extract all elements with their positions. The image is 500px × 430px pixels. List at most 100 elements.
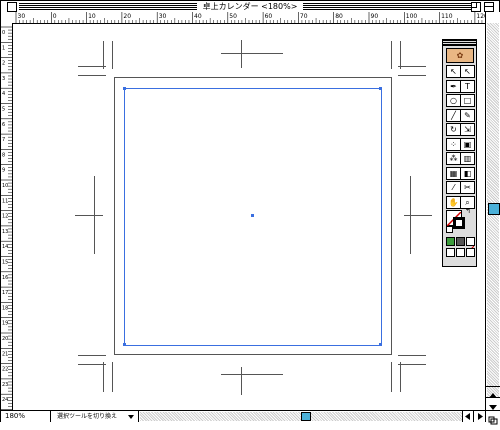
center-point[interactable] bbox=[251, 214, 254, 217]
eyedropper-tool[interactable]: ⁄ bbox=[446, 181, 461, 194]
ruler-label: 8 bbox=[2, 152, 5, 158]
zoom-level-field[interactable]: 180% bbox=[1, 411, 51, 422]
crop-mark bbox=[221, 53, 283, 54]
free-transform-tool[interactable]: ▣ bbox=[460, 137, 475, 151]
anchor-point[interactable] bbox=[379, 343, 382, 346]
ruler-label: 90 bbox=[371, 13, 379, 20]
right-arrow-icon bbox=[478, 413, 483, 420]
tool-palette[interactable]: ✿ ↰ ↖ ↖ ✒ T ○ □ ╱ ✎ ↻ ⇲ ⁘ ▣ ⁂ ▥ ▦ ◧ ⁄ ✂ ✋ ⌕ bbox=[442, 39, 477, 267]
window-title: 卓上カレンダー <180%> bbox=[196, 2, 304, 11]
ruler-label: 14 bbox=[2, 244, 8, 250]
horizontal-scroll-thumb[interactable] bbox=[301, 412, 311, 421]
crop-mark bbox=[75, 215, 103, 216]
gradient-tool[interactable]: ◧ bbox=[460, 166, 475, 180]
corner-mark bbox=[398, 75, 426, 76]
hand-tool[interactable]: ✋ bbox=[446, 195, 461, 209]
anchor-point[interactable] bbox=[379, 87, 382, 90]
graph-tool[interactable]: ▥ bbox=[460, 152, 475, 165]
ruler-label: 20 bbox=[123, 13, 131, 20]
rectangle-tool[interactable]: □ bbox=[460, 94, 475, 107]
ruler-label: 13 bbox=[2, 229, 8, 235]
collapse-box[interactable] bbox=[484, 2, 494, 12]
corner-mark bbox=[391, 41, 392, 69]
corner-mark bbox=[398, 355, 426, 356]
ruler-label: 20 bbox=[2, 336, 8, 342]
corner-mark bbox=[398, 364, 426, 365]
scale-tool[interactable]: ⇲ bbox=[460, 123, 475, 136]
pen-tool[interactable]: ✒ bbox=[446, 79, 461, 93]
direct-selection-tool[interactable]: ↖ bbox=[460, 65, 475, 78]
illustrator-logo[interactable]: ✿ bbox=[446, 48, 474, 63]
dropdown-arrow-icon bbox=[128, 415, 134, 419]
status-bar: 180% 選択ツールを切り換え bbox=[1, 410, 485, 422]
artboard-canvas[interactable] bbox=[13, 24, 485, 410]
crop-mark bbox=[241, 40, 242, 68]
corner-mark bbox=[112, 41, 113, 69]
ruler-label: 0 bbox=[2, 30, 5, 36]
ruler-label: 22 bbox=[2, 367, 8, 373]
scroll-down-button[interactable] bbox=[486, 397, 500, 410]
mesh-tool[interactable]: ▦ bbox=[446, 166, 461, 180]
ruler-label: 19 bbox=[2, 321, 8, 327]
tool-palette-titlebar[interactable] bbox=[443, 40, 476, 46]
ellipse-tool[interactable]: ○ bbox=[446, 94, 461, 107]
scroll-right-button[interactable] bbox=[473, 411, 485, 422]
anchor-point[interactable] bbox=[123, 343, 126, 346]
rotate-tool[interactable]: ↻ bbox=[446, 123, 461, 136]
resize-grip-icon bbox=[488, 416, 498, 425]
corner-mark bbox=[398, 66, 426, 67]
brush-tool[interactable]: ╱ bbox=[446, 108, 461, 122]
ruler-label: 17 bbox=[2, 290, 8, 296]
zoom-tool[interactable]: ⌕ bbox=[460, 195, 475, 209]
gradient-button[interactable] bbox=[456, 237, 465, 246]
ruler-label: 5 bbox=[2, 107, 5, 113]
selection-tool[interactable]: ↖ bbox=[446, 65, 461, 78]
ruler-label: 21 bbox=[2, 351, 8, 357]
selected-rectangle[interactable] bbox=[124, 88, 382, 346]
anchor-point[interactable] bbox=[123, 87, 126, 90]
ruler-label: 120 bbox=[476, 13, 485, 20]
standard-screen-mode-button[interactable] bbox=[446, 248, 455, 257]
crop-mark bbox=[241, 367, 242, 395]
ruler-label: 7 bbox=[2, 137, 5, 143]
vertical-ruler-ticks: 0123456789101112131415161718192021222324… bbox=[1, 26, 12, 410]
corner-mark bbox=[78, 75, 106, 76]
document-window: 卓上カレンダー <180%> 30 0 10 20 30 40 50 60 70 80 90 100 1… bbox=[0, 0, 500, 425]
zoom-box[interactable] bbox=[471, 2, 481, 12]
ruler-label: 30 bbox=[18, 13, 26, 20]
corner-mark bbox=[78, 364, 106, 365]
none-button[interactable] bbox=[466, 237, 475, 254]
swap-colors-icon[interactable]: ↰ bbox=[465, 208, 471, 215]
resize-grip[interactable] bbox=[485, 410, 500, 425]
vertical-scroll-thumb[interactable] bbox=[488, 203, 500, 215]
ruler-label: 80 bbox=[335, 13, 343, 20]
vertical-ruler[interactable]: 0 1 2 3 4 5 6 7 8 9 10 11 12 13 14 15 16 17 18 19 20 21 22 23 24… bbox=[1, 23, 13, 410]
pencil-tool[interactable]: ✎ bbox=[460, 108, 475, 122]
crop-mark bbox=[404, 215, 432, 216]
symbol-sprayer-tool[interactable]: ⁂ bbox=[446, 152, 461, 165]
status-menu[interactable]: 選択ツールを切り換え bbox=[51, 411, 139, 422]
stroke-swatch[interactable] bbox=[453, 217, 465, 229]
default-colors-icon[interactable] bbox=[446, 226, 453, 233]
horizontal-ruler-ticks: 30 0 10 20 30 40 50 60 70 80 90 100 110 120 bbox=[15, 12, 485, 23]
scissors-tool[interactable]: ✂ bbox=[460, 181, 475, 194]
vertical-scrollbar[interactable] bbox=[485, 12, 500, 410]
corner-mark bbox=[103, 41, 104, 69]
blend-tool[interactable]: ⁘ bbox=[446, 137, 461, 151]
corner-mark bbox=[78, 355, 106, 356]
ruler-label: 10 bbox=[88, 13, 96, 20]
type-tool[interactable]: T bbox=[460, 79, 475, 93]
ruler-label: 23 bbox=[2, 382, 8, 388]
color-button[interactable] bbox=[446, 237, 455, 246]
ruler-label: 11 bbox=[2, 198, 8, 204]
status-text: 選択ツールを切り換え bbox=[57, 413, 118, 420]
ruler-label: 16 bbox=[2, 275, 8, 281]
ruler-label: 10 bbox=[2, 183, 8, 189]
full-screen-menu-mode-button[interactable] bbox=[456, 248, 465, 257]
ruler-label: 6 bbox=[2, 122, 5, 128]
full-screen-mode-button[interactable] bbox=[466, 248, 475, 257]
ruler-label: 4 bbox=[2, 91, 5, 97]
ruler-label: 2 bbox=[2, 61, 5, 67]
corner-mark bbox=[112, 362, 113, 392]
horizontal-ruler[interactable]: 30 0 10 20 30 40 50 60 70 80 90 100 110 120 bbox=[1, 12, 485, 24]
